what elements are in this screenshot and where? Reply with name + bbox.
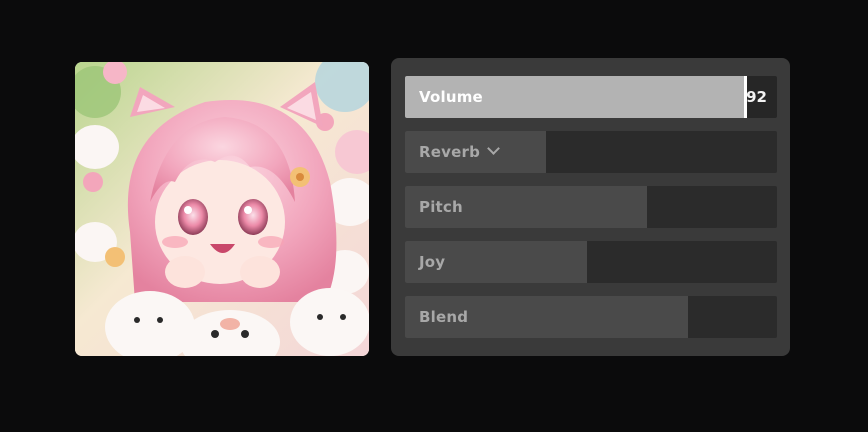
pitch-slider-label: Pitch	[419, 198, 463, 216]
audio-controls-panel: Volume 92 Reverb Pitch Joy Blend	[391, 58, 790, 356]
artwork-image	[75, 62, 369, 356]
blend-slider-label: Blend	[419, 308, 469, 326]
pitch-slider[interactable]: Pitch	[405, 186, 777, 228]
reverb-slider[interactable]: Reverb	[405, 131, 777, 173]
volume-slider[interactable]: Volume 92	[405, 76, 777, 118]
blend-slider[interactable]: Blend	[405, 296, 777, 338]
volume-value: 92	[746, 88, 767, 106]
reverb-dropdown-label[interactable]: Reverb	[419, 131, 500, 173]
joy-slider[interactable]: Joy	[405, 241, 777, 283]
anime-cat-girl-illustration	[75, 62, 369, 356]
chevron-down-icon[interactable]	[487, 142, 500, 155]
app-stage: Volume 92 Reverb Pitch Joy Blend	[0, 0, 868, 432]
joy-slider-label: Joy	[419, 253, 446, 271]
volume-slider-label: Volume	[419, 88, 483, 106]
reverb-slider-label: Reverb	[419, 143, 481, 161]
